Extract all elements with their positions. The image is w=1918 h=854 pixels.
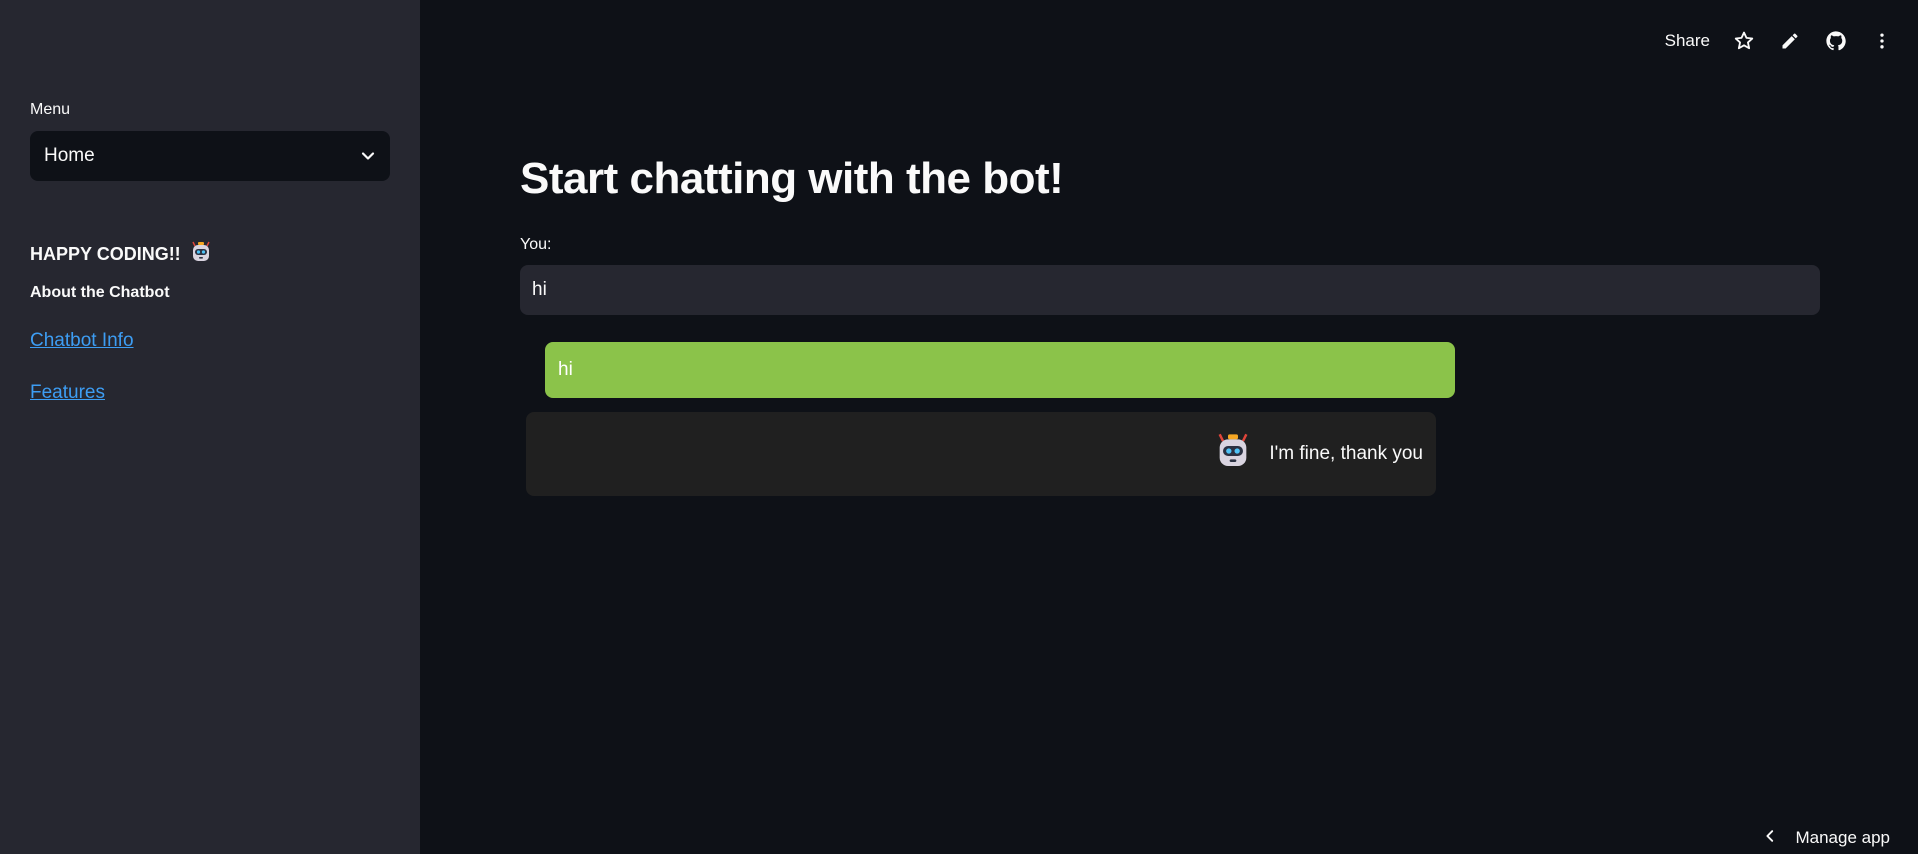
manage-app-label: Manage app: [1795, 828, 1890, 847]
menu-label: Menu: [30, 101, 71, 118]
menu-select[interactable]: Home: [30, 131, 390, 181]
happy-coding-text: HAPPY CODING!!: [30, 244, 181, 264]
page-title: Start chatting with the bot!: [520, 154, 1064, 203]
share-button[interactable]: Share: [1665, 31, 1710, 51]
menu-select-value: Home: [44, 145, 95, 166]
header-toolbar: Share: [1665, 26, 1894, 56]
user-message-text: hi: [558, 359, 573, 380]
chevron-left-icon: [1763, 828, 1777, 848]
features-link[interactable]: Features: [30, 382, 105, 404]
app-root: Menu Home HAPPY CODING!! About the Chatb…: [0, 0, 1918, 854]
bot-message-text: I'm fine, thank you: [1269, 443, 1423, 464]
chat-input[interactable]: [520, 265, 1820, 315]
chevron-down-icon: [360, 148, 376, 164]
happy-coding-heading: HAPPY CODING!!: [30, 240, 213, 269]
sidebar: Menu Home HAPPY CODING!! About the Chatb…: [0, 0, 420, 854]
pencil-icon[interactable]: [1778, 29, 1802, 53]
user-message: hi: [545, 342, 1455, 398]
bot-message: I'm fine, thank you: [526, 412, 1436, 496]
manage-app-button[interactable]: Manage app: [1763, 828, 1890, 848]
more-vert-icon[interactable]: [1870, 29, 1894, 53]
robot-icon: [189, 240, 213, 269]
about-chatbot-heading: About the Chatbot: [30, 284, 170, 301]
chatbot-info-link[interactable]: Chatbot Info: [30, 330, 134, 352]
star-icon[interactable]: [1732, 29, 1756, 53]
input-label: You:: [520, 236, 552, 253]
github-icon[interactable]: [1824, 29, 1848, 53]
bot-avatar-icon: [1213, 431, 1253, 477]
